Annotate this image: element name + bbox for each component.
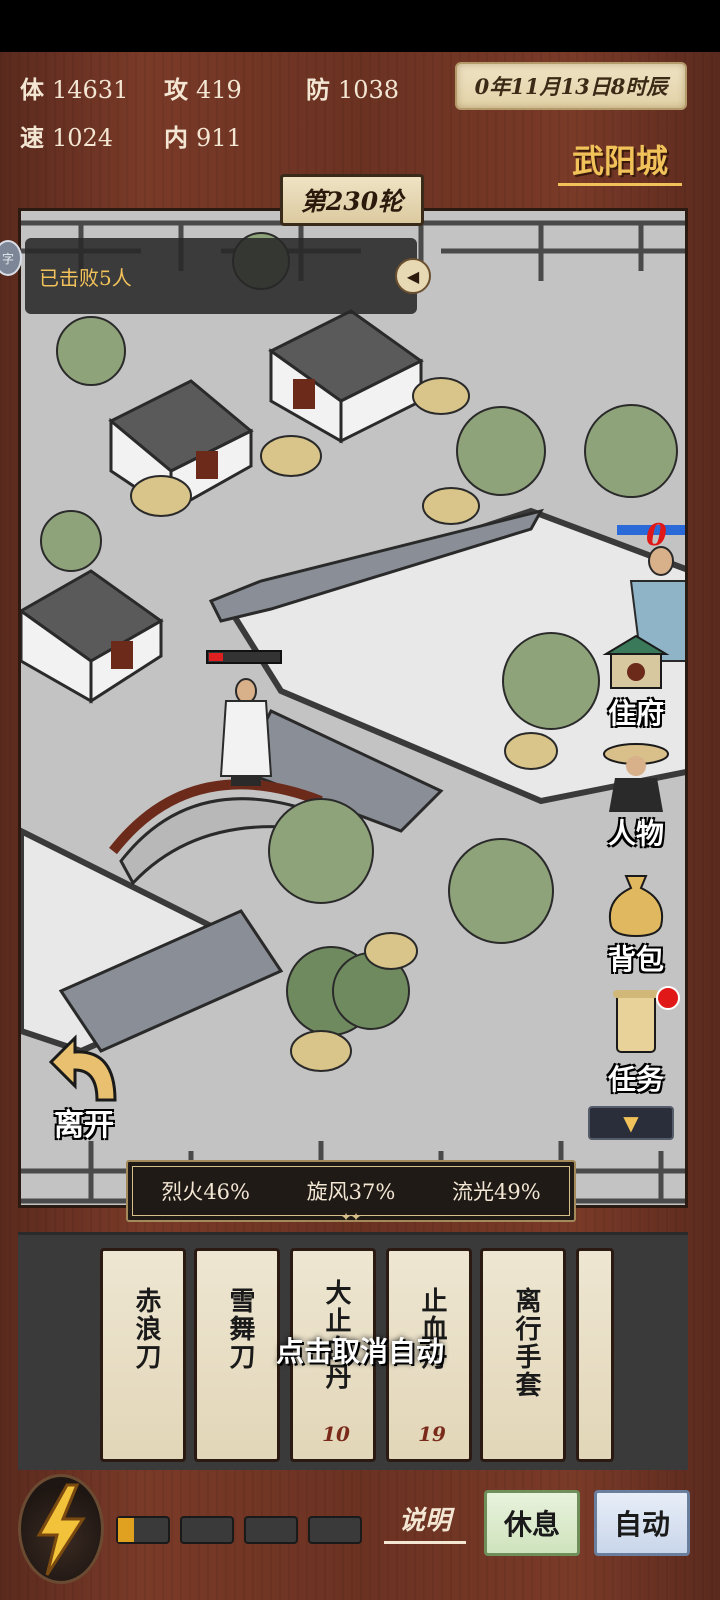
residence-label: 住府 [607,697,664,730]
stat-attack: 攻 419 [164,75,242,104]
kill-status-panel: 已击败5人 ◀ [25,238,431,314]
leave-button[interactable]: 离开 [30,1030,150,1143]
round-counter: 第230轮 [280,174,424,226]
lightning-icon[interactable] [18,1474,104,1584]
game-date: 0年11月13日8时辰 [455,62,687,110]
city-name: 武阳城 [558,136,682,186]
quests-label: 任务 [607,1063,664,1096]
characters-label: 人物 [607,817,664,850]
stat-defense: 防 1038 [306,75,400,104]
characters-button[interactable]: 人物 [588,740,684,852]
auto-button[interactable]: 自动 [594,1490,690,1556]
energy-segment [180,1516,234,1544]
ornament-icon: ✦✦ [340,1210,362,1224]
kill-count-text: 已击败5人 [39,266,132,290]
skill-1: 烈火46% [161,1180,250,1204]
sack-icon [588,866,684,938]
skill-3: 流光49% [451,1180,541,1204]
collapse-arrow-icon[interactable]: ◀ [395,258,431,294]
rest-button[interactable]: 休息 [484,1490,580,1556]
enemy-hp-value: 0 [646,518,667,553]
stat-inner: 内 911 [164,123,242,152]
residence-button[interactable]: 住府 [588,620,684,732]
stat-speed: 速 1024 [20,123,114,152]
straw-hat-figure-icon [588,740,684,812]
system-status-bar [0,0,720,52]
energy-segment [116,1516,170,1544]
energy-segment [244,1516,298,1544]
leave-label: 离开 [54,1108,114,1143]
mansion-icon [588,620,684,692]
return-arrow-icon [48,1034,117,1102]
bag-button[interactable]: 背包 [588,866,684,978]
energy-segment [308,1516,362,1544]
stat-hp: 体 14631 [20,75,129,104]
item-card-name: 衣 [607,1287,614,1315]
item-card-count: 10 [322,1422,350,1446]
skill-2: 旋风37% [306,1180,396,1204]
notification-dot [656,986,680,1010]
chevron-down-icon[interactable]: ▼ [588,1106,674,1140]
bag-label: 背包 [607,943,664,976]
skill-proficiency-bar: 烈火46% 旋风37% 流光49% ✦✦ [126,1160,576,1224]
item-card-count: 19 [418,1422,446,1446]
explain-button[interactable]: 说明 [384,1500,466,1544]
quests-button[interactable]: 任务 [588,986,684,1098]
cancel-auto-hint[interactable]: 点击取消自动 [0,1330,720,1370]
